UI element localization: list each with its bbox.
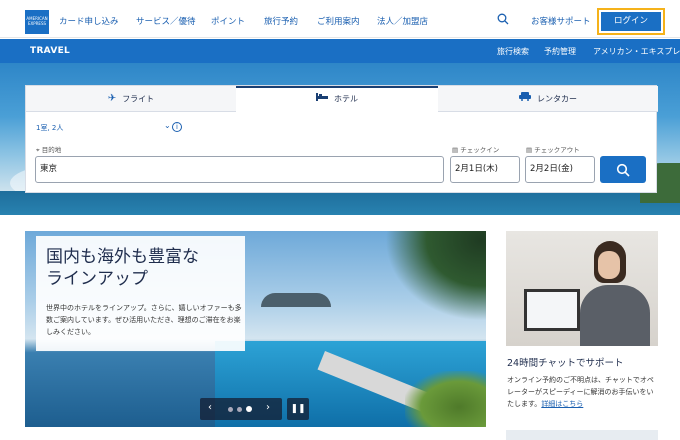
chevron-left-icon[interactable]: ‹ [208,402,212,413]
nav-corporate[interactable]: 法人／加盟店 [377,15,428,27]
carousel-dot-active[interactable] [246,406,252,412]
checkin-label: ▤ チェックイン [452,144,499,154]
travel-search-link[interactable]: 旅行検索 [497,46,529,57]
location-pin-icon: ⌖ [36,146,40,154]
top-navigation: AMERICAN EXPRESS カード申し込み サービス／優待 ポイント 旅行… [0,0,680,38]
destination-label: ⌖ 目的地 [36,144,61,155]
info-icon[interactable]: i [172,122,182,132]
login-button[interactable]: ログイン [601,12,661,31]
promo-card: 国内も海外も豊富な ラインアップ 世界中のホテルをラインアップ。さらに、嬉しいオ… [36,236,245,351]
agent-body [580,285,650,346]
nav-services[interactable]: サービス／優待 [136,15,196,27]
chevron-right-icon[interactable]: › [266,402,270,413]
checkout-label-text: チェックアウト [534,146,580,154]
checkout-label: ▤ チェックアウト [526,144,580,154]
details-link[interactable]: 詳細はこちら [541,400,583,408]
amex-travel-link[interactable]: アメリカン・エキスプレ [593,46,680,57]
support-photo [506,231,658,346]
tab-flight-label: フライト [122,94,155,104]
promo-description: 世界中のホテルをラインアップ。さらに、嬉しいオファーも多数ご案内しています。ぜひ… [46,304,242,336]
agent-face [598,251,620,279]
calendar-icon: ▤ [526,146,533,154]
next-card-edge [506,430,658,440]
destination-label-text: 目的地 [41,146,62,154]
car-icon [519,86,531,112]
tab-rental-car[interactable]: レンタカー [438,86,658,112]
tab-hotel[interactable]: ホテル [236,86,438,112]
travel-title[interactable]: TRAVEL [30,46,70,56]
promo-title: 国内も海外も豊富な ラインアップ [46,246,246,290]
nav-card-application[interactable]: カード申し込み [59,15,119,27]
search-button[interactable] [600,156,646,183]
destination-input[interactable]: 東京 [35,156,444,183]
shrubbery [405,371,486,427]
support-agent [580,241,650,346]
promo-title-line1: 国内も海外も豊富な [46,247,199,267]
tab-rental-car-label: レンタカー [537,94,577,104]
nav-travel-booking[interactable]: 旅行予約 [264,15,298,27]
carousel-dot[interactable] [228,407,233,412]
carousel-controls: ‹ › [200,398,282,420]
monitor [524,289,580,331]
amex-logo[interactable]: AMERICAN EXPRESS [25,10,49,34]
island [261,293,331,307]
customer-support-link[interactable]: お客様サポート [531,15,591,27]
checkin-label-text: チェックイン [460,146,500,154]
nav-usage-guide[interactable]: ご利用案内 [317,15,360,27]
palm-leaves [385,231,486,321]
tab-hotel-label: ホテル [334,94,358,104]
promo-title-line2: ラインアップ [46,269,148,289]
sea [0,191,680,215]
reservation-management-link[interactable]: 予約管理 [544,46,576,57]
bed-icon [316,88,328,110]
travel-bar: TRAVEL 旅行検索 予約管理 アメリカン・エキスプレ [0,39,680,63]
rooms-guests-select[interactable]: 1室, 2人 [36,123,63,133]
search-icon[interactable] [497,13,509,25]
support-title[interactable]: 24時間チャットでサポート [507,355,624,369]
tab-flight[interactable]: ✈ フライト [26,86,236,112]
search-icon [616,163,630,177]
plane-icon: ✈ [107,93,117,104]
calendar-icon: ▤ [452,146,459,154]
support-description: オンライン予約のご不明点は、チャットでオペレーターがスピーディーに解消のお手伝い… [507,374,659,410]
pause-button[interactable]: ❚❚ [287,398,309,420]
checkout-date-field[interactable]: 2月2日(金) [525,156,595,183]
chevron-down-icon[interactable]: ⌄ [164,121,171,130]
hotel-search-panel: ✈ フライト ホテル レンタカー 1室, 2人 ⌄ i ⌖ 目的地 東京 ▤ チェ… [25,85,658,193]
checkin-date-field[interactable]: 2月1日(木) [450,156,520,183]
login-highlight: ログイン [597,8,665,35]
carousel-dot[interactable] [237,407,242,412]
nav-points[interactable]: ポイント [211,15,245,27]
